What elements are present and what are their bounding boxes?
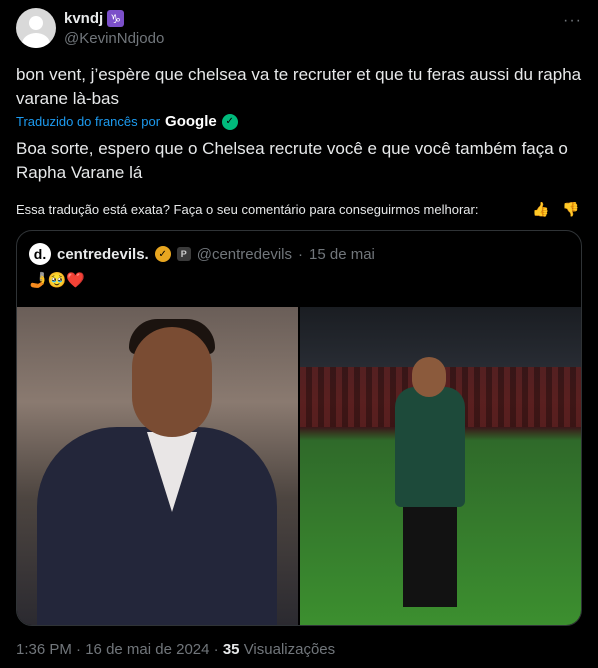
meta-dot: · [213, 641, 219, 658]
author-display-name[interactable]: kvndj [64, 10, 103, 27]
capricorn-icon: ♑ [107, 10, 125, 27]
tweet-meta: 1:36 PM · 16 de mai de 2024 · 35 Visuali… [16, 641, 335, 658]
thumbs-up-icon[interactable]: 👍 [530, 201, 552, 218]
more-options-icon[interactable]: ··· [563, 12, 582, 30]
quoted-tweet-emojis: 🤳🥹❤️ [29, 272, 86, 289]
views-count: 35 [222, 641, 240, 658]
quoted-tweet-media [17, 307, 581, 625]
tweet-translation-text: Boa sorte, espero que o Chelsea recrute … [16, 139, 568, 182]
views-label: Visualizações [243, 641, 336, 658]
quoted-author-handle: @centredevils [196, 245, 292, 263]
affiliate-badge-icon: P [176, 247, 191, 261]
translation-feedback: Essa tradução está exata? Faça o seu com… [16, 201, 582, 218]
quoted-tweet-date: 15 de mai [309, 245, 375, 263]
tweet-time[interactable]: 1:36 PM [16, 641, 72, 658]
quoted-author-name: centredevils. [57, 245, 149, 263]
author-handle[interactable]: @KevinNdjodo [64, 30, 164, 47]
translated-by-label[interactable]: Traduzido do francês por [16, 114, 160, 129]
author-name-row: kvndj ♑ [64, 10, 125, 27]
tweet-date[interactable]: 16 de mai de 2024 [85, 641, 209, 658]
feedback-question: Essa tradução está exata? Faça o seu com… [16, 202, 479, 217]
translation-attribution: Traduzido do francês por Google ✓ [16, 113, 238, 130]
tweet-header: kvndj ♑ @KevinNdjodo ··· [16, 8, 582, 52]
thumbs-down-icon[interactable]: 👎 [560, 201, 582, 218]
verified-badge-icon: ✓ [154, 246, 171, 262]
meta-dot: · [76, 641, 82, 658]
check-icon: ✓ [221, 113, 238, 130]
quoted-author-avatar: d. [29, 243, 51, 265]
photo-man-in-suit-selfie[interactable] [17, 307, 298, 625]
photo-player-on-pitch-selfie[interactable] [300, 307, 581, 625]
google-logo: Google [165, 113, 217, 130]
quoted-tweet[interactable]: d. centredevils. ✓ P @centredevils · 15 … [16, 230, 582, 626]
tweet-original-text: bon vent, j’espère que chelsea va te rec… [16, 65, 582, 108]
separator-dot: · [298, 245, 303, 263]
quoted-tweet-header: d. centredevils. ✓ P @centredevils · 15 … [29, 243, 375, 265]
author-avatar[interactable] [16, 8, 56, 48]
